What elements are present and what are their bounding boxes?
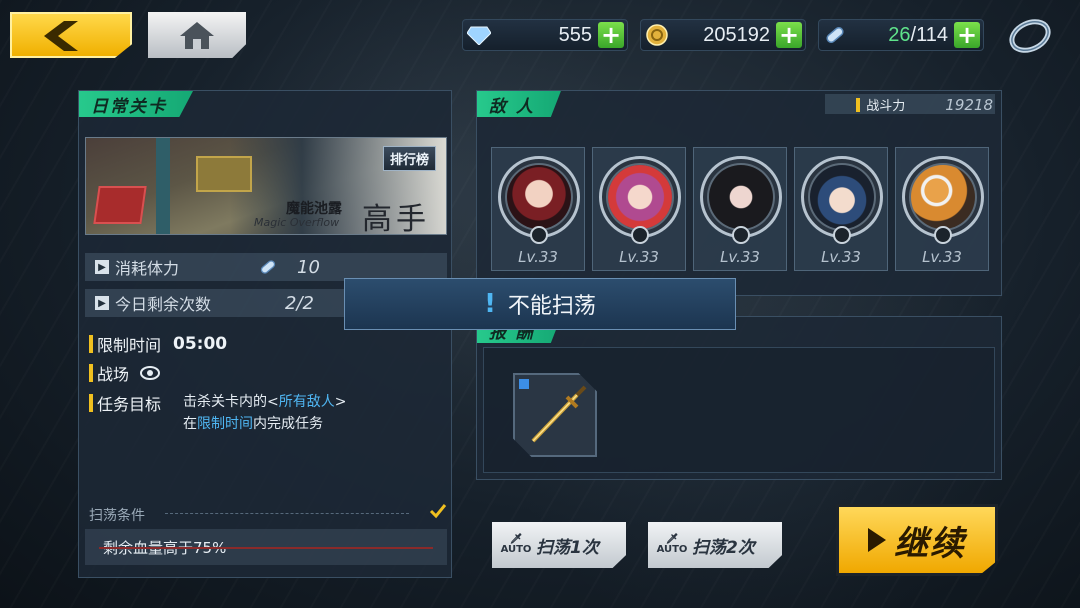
arrow-marker-icon: ▶ — [95, 296, 109, 310]
add-coins-button[interactable]: + — [776, 22, 802, 48]
ring-menu-icon[interactable] — [1006, 16, 1054, 56]
check-icon — [429, 504, 447, 519]
back-button[interactable] — [10, 12, 132, 58]
gem-value: 555 — [558, 23, 592, 46]
enemy-card[interactable]: Lv.33 — [592, 147, 686, 271]
objective-text: 击杀关卡内的<所有敌人> 在限制时间内完成任务 — [183, 391, 346, 435]
auto-sword-icon: 🗡 AUTO — [656, 534, 688, 555]
gear-badge-icon — [631, 226, 649, 244]
condition-strike-line — [99, 547, 433, 549]
auto-sword-icon: 🗡 AUTO — [500, 534, 532, 555]
banner-art-shelf — [93, 186, 147, 224]
exclamation-icon: ! — [484, 289, 496, 319]
stage-name-cn: 魔能池露 — [286, 201, 342, 217]
sweep-once-label: 扫荡1次 — [536, 537, 599, 558]
cannot-sweep-toast: ! 不能扫荡 — [344, 278, 736, 330]
toast-message: 不能扫荡 — [507, 294, 596, 319]
stamina-capsule-icon — [260, 260, 276, 274]
coin-counter: 205192 + — [640, 19, 806, 51]
enemy-level: Lv.33 — [922, 248, 962, 266]
stamina-capsule-icon — [819, 19, 851, 51]
enemy-card[interactable]: Lv.33 — [895, 147, 989, 271]
diamond-icon — [463, 19, 495, 51]
chevron-left-icon — [44, 21, 78, 51]
stage-section-label: 日常关卡 — [79, 91, 193, 117]
stage-name-en: Magic Overflow — [254, 216, 340, 229]
enemy-card[interactable]: Lv.33 — [693, 147, 787, 271]
yellow-bar — [89, 364, 93, 382]
coin-value: 205192 — [703, 23, 770, 46]
continue-label: 继续 — [894, 523, 966, 564]
stamina-cost-label: 消耗体力 — [115, 259, 180, 278]
yellow-bar — [89, 394, 93, 412]
objective-line-2: 在限制时间内完成任务 — [183, 416, 323, 432]
remaining-value: 2/2 — [285, 292, 314, 314]
remaining-label: 今日剩余次数 — [115, 295, 212, 314]
combat-power-value: 19218 — [945, 95, 993, 114]
enemy-section-label: 敌 人 — [477, 91, 561, 117]
gear-badge-icon — [934, 226, 952, 244]
enemy-panel: 敌 人 战斗力 19218 Lv.33 Lv.33 Lv.33 Lv.33 Lv… — [476, 90, 1002, 296]
rarity-corner — [519, 379, 529, 389]
time-limit-label: 限制时间 — [97, 336, 162, 355]
sweep-twice-label: 扫荡2次 — [692, 537, 755, 558]
objective-label: 任务目标 — [97, 395, 162, 414]
gear-badge-icon — [833, 226, 851, 244]
gem-counter: 555 + — [462, 19, 628, 51]
stage-banner: 排行榜 魔能池露 Magic Overflow 高手 — [85, 137, 447, 235]
time-limit-value: 05:00 — [173, 334, 228, 354]
battlefield-row: 战场 — [89, 361, 161, 385]
enemy-level: Lv.33 — [518, 248, 558, 266]
eye-icon[interactable] — [139, 364, 161, 382]
add-gems-button[interactable]: + — [598, 22, 624, 48]
battlefield-label: 战场 — [97, 365, 130, 384]
add-stamina-button[interactable]: + — [954, 22, 980, 48]
gear-badge-icon — [732, 226, 750, 244]
time-limit-row: 限制时间 05:00 — [89, 332, 227, 356]
play-icon — [868, 528, 886, 552]
sweep-twice-button[interactable]: 🗡 AUTO 扫荡2次 — [648, 522, 782, 568]
stage-difficulty: 高手 — [362, 202, 430, 235]
enemy-level: Lv.33 — [821, 248, 861, 266]
coin-icon — [641, 19, 673, 51]
yellow-bar — [89, 335, 93, 353]
stamina-counter: 26/114 + — [818, 19, 984, 51]
home-icon — [180, 22, 214, 49]
sweep-conditions-label: 扫荡条件 — [89, 508, 145, 524]
leaderboard-button[interactable]: 排行榜 — [382, 146, 436, 171]
continue-button[interactable]: 继续 — [836, 504, 998, 576]
arrow-marker-icon: ▶ — [95, 260, 109, 274]
enemy-card[interactable]: Lv.33 — [491, 147, 585, 271]
banner-art-vending — [196, 156, 252, 192]
reward-panel: 报 酬 — [476, 316, 1002, 480]
stamina-value: 26/114 — [888, 23, 948, 46]
objective-line-1: 击杀关卡内的<所有敌人> — [183, 394, 347, 410]
sweep-condition-row: 剩余血量高于75% — [85, 529, 447, 565]
banner-art-pillar — [156, 138, 170, 234]
combat-power: 战斗力 19218 — [856, 95, 993, 114]
enemy-level: Lv.33 — [619, 248, 659, 266]
divider — [165, 513, 409, 514]
reward-item[interactable] — [513, 373, 597, 457]
enemy-card[interactable]: Lv.33 — [794, 147, 888, 271]
combat-power-label: 战斗力 — [866, 99, 906, 114]
stage-info-panel: 日常关卡 排行榜 魔能池露 Magic Overflow 高手 ▶ 消耗体力 1… — [78, 90, 452, 578]
yellow-bar — [856, 97, 861, 112]
objective-row: 任务目标 — [89, 391, 161, 415]
home-button[interactable] — [148, 12, 246, 58]
enemy-level: Lv.33 — [720, 248, 760, 266]
gear-badge-icon — [530, 226, 548, 244]
sweep-once-button[interactable]: 🗡 AUTO 扫荡1次 — [492, 522, 626, 568]
stamina-cost-row: ▶ 消耗体力 10 — [85, 253, 447, 281]
stamina-cost-value: 10 — [297, 256, 320, 278]
